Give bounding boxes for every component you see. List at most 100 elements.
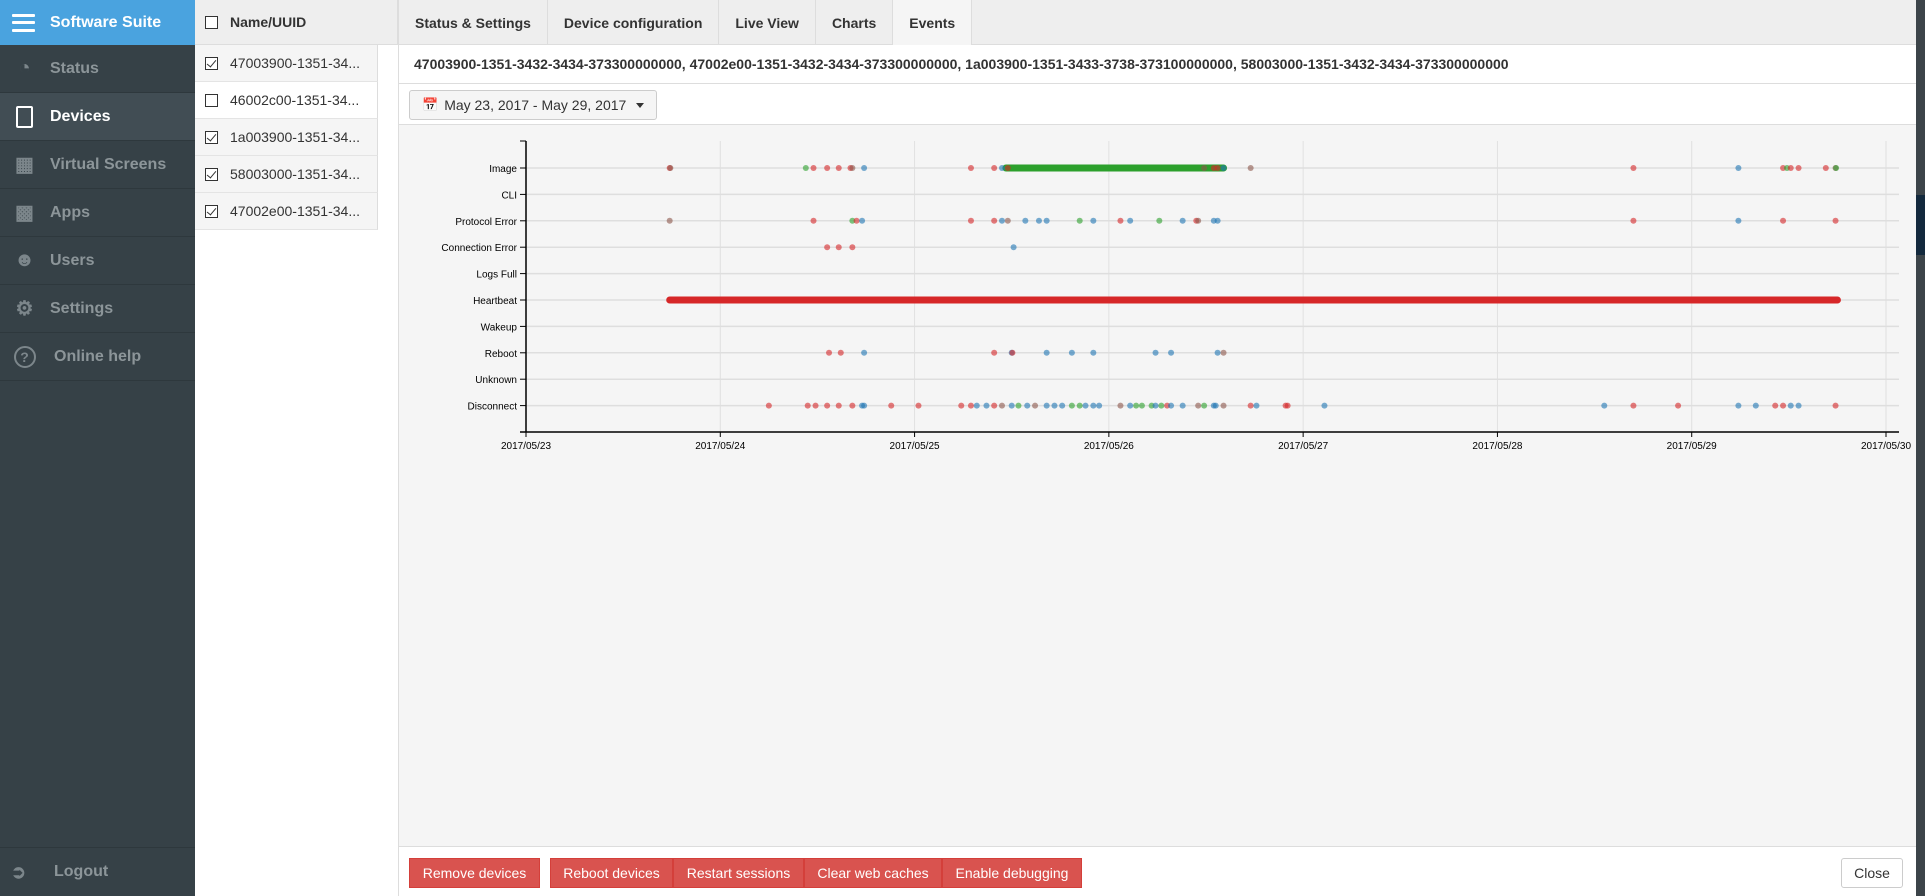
event-point xyxy=(835,165,842,171)
app-header: Software Suite xyxy=(0,0,195,45)
event-point xyxy=(1035,217,1042,224)
event-point xyxy=(1212,402,1219,409)
event-point xyxy=(802,165,809,171)
sidebar-item-label: Settings xyxy=(50,299,114,317)
device-checkbox[interactable] xyxy=(205,56,218,70)
event-point xyxy=(1138,402,1145,409)
select-all-checkbox[interactable] xyxy=(205,15,218,29)
reboot-devices-button[interactable]: Reboot devices xyxy=(550,858,673,888)
event-point xyxy=(1795,165,1802,171)
event-point xyxy=(991,402,998,409)
device-checkbox[interactable] xyxy=(205,167,218,181)
tab-events[interactable]: Events xyxy=(893,0,973,45)
event-point xyxy=(1787,402,1794,409)
event-point xyxy=(1117,402,1124,409)
sidebar-item-label: Users xyxy=(50,251,95,269)
event-point xyxy=(1247,165,1254,171)
tablet-icon xyxy=(11,105,38,129)
event-point xyxy=(1675,402,1682,409)
event-point xyxy=(999,402,1005,409)
logout-button[interactable]: ➲ Logout xyxy=(0,847,195,896)
event-point xyxy=(853,217,860,224)
device-row[interactable]: 1a003900-1351-34... xyxy=(195,119,378,156)
y-tick-label: Protocol Error xyxy=(455,217,517,228)
event-point xyxy=(1168,402,1175,409)
event-point xyxy=(1127,217,1134,224)
y-tick-label: Unknown xyxy=(475,375,517,386)
device-row[interactable]: 47002e00-1351-34... xyxy=(195,193,378,230)
event-point xyxy=(1214,349,1221,356)
x-tick-label: 2017/05/30 xyxy=(1861,441,1911,452)
event-point xyxy=(1247,402,1254,409)
device-list-header: Name/UUID xyxy=(195,0,398,45)
enable-debugging-button[interactable]: Enable debugging xyxy=(942,858,1082,888)
event-point xyxy=(958,402,965,409)
event-point xyxy=(1630,217,1637,224)
event-point xyxy=(1152,402,1159,409)
y-tick-label: Reboot xyxy=(485,349,517,360)
event-point xyxy=(810,217,817,224)
scrollbar-thumb[interactable] xyxy=(1916,195,1925,255)
tab-live-view[interactable]: Live View xyxy=(719,0,816,45)
sidebar-item-users[interactable]: ☻ Users xyxy=(0,237,195,285)
event-point xyxy=(999,217,1005,224)
device-name: 47003900-1351-34... xyxy=(230,55,360,71)
tab-device-configuration[interactable]: Device configuration xyxy=(548,0,720,45)
clear-web-caches-button[interactable]: Clear web caches xyxy=(804,858,942,888)
tab-bar: Status & Settings Device configuration L… xyxy=(399,0,1925,45)
grid-icon: ▦ xyxy=(15,154,34,176)
event-point xyxy=(1780,217,1787,224)
event-point xyxy=(1008,402,1015,409)
sidebar-item-apps[interactable]: ▩ Apps xyxy=(0,189,195,237)
date-bar: 📅 May 23, 2017 - May 29, 2017 xyxy=(399,84,1925,125)
event-point xyxy=(1024,402,1031,409)
x-tick-label: 2017/05/27 xyxy=(1278,441,1328,452)
sidebar-item-virtual-screens[interactable]: ▦ Virtual Screens xyxy=(0,141,195,189)
device-checkbox[interactable] xyxy=(205,204,218,218)
restart-sessions-button[interactable]: Restart sessions xyxy=(673,858,804,888)
sidebar-item-label: Status xyxy=(50,59,99,77)
remove-devices-button[interactable]: Remove devices xyxy=(409,858,540,888)
event-point xyxy=(1220,402,1227,409)
sidebar-item-devices[interactable]: Devices xyxy=(0,93,195,141)
device-row[interactable]: 58003000-1351-34... xyxy=(195,156,378,193)
sidebar: Software Suite ◔ Status Devices ▦ Virtual … xyxy=(0,0,195,896)
date-range-picker[interactable]: 📅 May 23, 2017 - May 29, 2017 xyxy=(409,90,658,120)
dashboard-icon: ◔ xyxy=(18,57,31,79)
event-point xyxy=(991,349,998,356)
device-checkbox[interactable] xyxy=(205,93,218,107)
sidebar-item-settings[interactable]: ⚙ Settings xyxy=(0,285,195,333)
event-point xyxy=(849,402,856,409)
event-point xyxy=(667,165,674,171)
event-point xyxy=(835,244,842,251)
event-point xyxy=(1022,217,1029,224)
event-point xyxy=(824,402,831,409)
event-point xyxy=(967,217,974,224)
scrollbar[interactable] xyxy=(1916,0,1925,896)
event-point xyxy=(1780,402,1787,409)
event-point xyxy=(804,402,811,409)
x-tick-label: 2017/05/25 xyxy=(890,441,940,452)
sidebar-item-status[interactable]: ◔ Status xyxy=(0,45,195,93)
y-tick-label: Connection Error xyxy=(441,243,517,254)
event-point xyxy=(1076,402,1083,409)
device-row[interactable]: 47003900-1351-34... xyxy=(195,45,378,82)
sidebar-item-label: Apps xyxy=(50,203,90,221)
device-checkbox[interactable] xyxy=(205,130,218,144)
event-point xyxy=(1158,402,1165,409)
device-row[interactable]: 46002c00-1351-34... xyxy=(195,82,378,119)
close-button[interactable]: Close xyxy=(1841,858,1903,888)
event-point xyxy=(861,165,868,171)
event-point xyxy=(915,402,922,409)
y-tick-label: Image xyxy=(489,164,517,175)
device-name: 1a003900-1351-34... xyxy=(230,129,360,145)
y-tick-label: Wakeup xyxy=(481,322,518,333)
tab-charts[interactable]: Charts xyxy=(816,0,894,45)
event-point xyxy=(1195,402,1202,409)
event-point xyxy=(1076,217,1083,224)
question-circle-icon: ? xyxy=(11,345,38,369)
sidebar-item-online-help[interactable]: ? Online help xyxy=(0,333,195,381)
event-point xyxy=(1832,217,1839,224)
tab-status-settings[interactable]: Status & Settings xyxy=(399,0,548,45)
hamburger-menu-icon[interactable] xyxy=(12,13,35,32)
